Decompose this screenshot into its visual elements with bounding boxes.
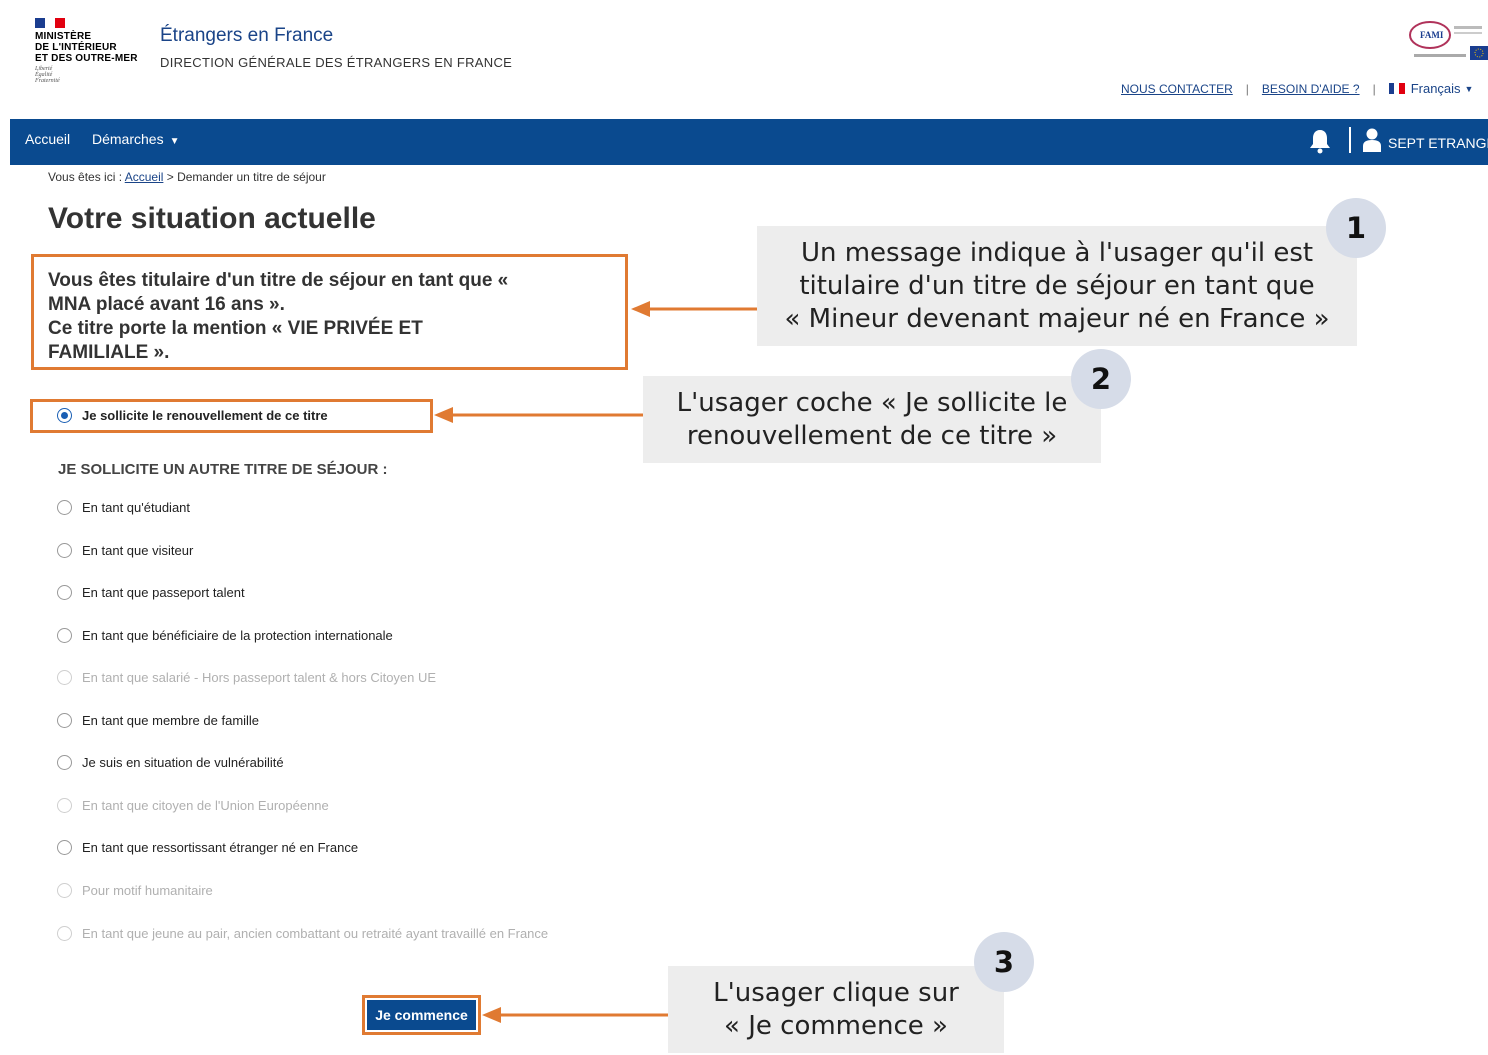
radio-label: En tant que passeport talent	[82, 584, 245, 600]
annotation-callout-2: L'usager coche « Je sollicite le renouve…	[643, 376, 1101, 463]
user-icon[interactable]	[1362, 128, 1382, 152]
link-separator: |	[1245, 81, 1249, 96]
ministry-name: MINISTÈRE DE L'INTÉRIEUR ET DES OUTRE-ME…	[35, 31, 138, 64]
radio-button[interactable]	[57, 839, 72, 855]
radio-label: En tant qu'étudiant	[82, 499, 191, 515]
message-line: FAMILIALE ».	[48, 342, 170, 363]
marianne-logo	[35, 18, 65, 28]
radio-label: Pour motif humanitaire	[82, 882, 213, 898]
callout-line: titulaire d'un titre de séjour en tant q…	[799, 270, 1315, 301]
step-badge-2: 2	[1071, 349, 1131, 409]
message-line: Ce titre porte la mention « VIE PRIVÉE E…	[48, 318, 423, 339]
radio-option[interactable]: En tant qu'étudiant	[57, 497, 190, 517]
breadcrumb-home-link[interactable]: Accueil	[125, 170, 164, 184]
step-badge-3: 3	[974, 932, 1034, 992]
radio-button-checked[interactable]	[57, 407, 72, 423]
radio-option[interactable]: En tant que membre de famille	[57, 710, 259, 730]
page-title: Votre situation actuelle	[48, 202, 376, 235]
current-permit-message: Vous êtes titulaire d'un titre de séjour…	[48, 269, 608, 365]
caret-down-icon: ▼	[1464, 83, 1474, 94]
breadcrumb: Vous êtes ici : Accueil > Demander un ti…	[48, 170, 326, 184]
fami-logo: FAMI	[1409, 21, 1488, 60]
radio-option-disabled: En tant que citoyen de l'Union Européenn…	[57, 795, 329, 815]
message-line: MNA placé avant 16 ans ».	[48, 294, 285, 315]
step-badge-1: 1	[1326, 198, 1386, 258]
callout-line: « Je commence »	[724, 1010, 948, 1041]
radio-button[interactable]	[57, 542, 72, 558]
caret-down-icon: ▼	[169, 136, 180, 147]
motto-line: Fraternité	[35, 78, 60, 84]
radio-button[interactable]	[57, 627, 72, 643]
radio-button[interactable]	[57, 499, 72, 515]
language-selector[interactable]: Français ▼	[1388, 81, 1474, 96]
radio-button	[57, 797, 72, 813]
start-button[interactable]: Je commence	[367, 1000, 476, 1030]
radio-option-disabled: Pour motif humanitaire	[57, 880, 213, 900]
top-links: NOUS CONTACTER | BESOIN D'AIDE ? | Franç…	[1121, 81, 1473, 96]
ministry-line: DE L'INTÉRIEUR	[35, 42, 117, 53]
nav-procedures[interactable]: Démarches ▼	[92, 131, 180, 147]
message-line: Vous êtes titulaire d'un titre de séjour…	[48, 270, 509, 291]
contact-link[interactable]: NOUS CONTACTER	[1121, 82, 1233, 96]
nav-procedures-label: Démarches	[92, 131, 164, 147]
radio-option-disabled: En tant que jeune au pair, ancien combat…	[57, 923, 548, 943]
link-separator: |	[1372, 81, 1376, 96]
radio-option[interactable]: En tant que ressortissant étranger né en…	[57, 837, 358, 857]
bell-icon[interactable]	[1307, 128, 1333, 154]
site-subtitle: DIRECTION GÉNÉRALE DES ÉTRANGERS EN FRAN…	[160, 55, 513, 70]
callout-line: L'usager clique sur	[713, 977, 959, 1008]
radio-label: En tant que citoyen de l'Union Européenn…	[82, 797, 329, 813]
annotation-callout-3: L'usager clique sur « Je commence »	[668, 966, 1004, 1053]
radio-label: En tant que ressortissant étranger né en…	[82, 839, 359, 855]
callout-line: « Mineur devenant majeur né en France »	[784, 303, 1330, 334]
radio-label: En tant que visiteur	[82, 542, 194, 558]
radio-button	[57, 925, 72, 941]
ministry-line: ET DES OUTRE-MER	[35, 53, 138, 64]
radio-label: En tant que membre de famille	[82, 712, 260, 728]
arrow-3	[482, 1007, 668, 1023]
radio-label: En tant que bénéficiaire de la protectio…	[82, 627, 393, 643]
callout-line: L'usager coche « Je sollicite le	[676, 387, 1068, 418]
radio-label: En tant que salarié - Hors passeport tal…	[82, 669, 437, 685]
nav-home[interactable]: Accueil	[25, 131, 70, 147]
radio-button	[57, 882, 72, 898]
main-navbar	[10, 119, 1488, 165]
breadcrumb-current: > Demander un titre de séjour	[166, 170, 326, 184]
callout-line: renouvellement de ce titre »	[686, 420, 1058, 451]
radio-button[interactable]	[57, 754, 72, 770]
language-label: Français	[1410, 81, 1461, 96]
other-permit-section-label: JE SOLLICITE UN AUTRE TITRE DE SÉJOUR :	[58, 461, 388, 478]
radio-option[interactable]: Je suis en situation de vulnérabilité	[57, 752, 284, 772]
help-link[interactable]: BESOIN D'AIDE ?	[1262, 82, 1360, 96]
callout-line: Un message indique à l'usager qu'il est	[800, 237, 1314, 268]
fami-logo-text: FAMI	[1420, 30, 1444, 40]
french-flag-icon	[1388, 83, 1405, 94]
radio-option[interactable]: En tant que visiteur	[57, 540, 193, 560]
arrow-2	[434, 407, 643, 423]
ministry-line: MINISTÈRE	[35, 31, 92, 42]
radio-option[interactable]: En tant que bénéficiaire de la protectio…	[57, 625, 393, 645]
radio-button[interactable]	[57, 712, 72, 728]
radio-option[interactable]: En tant que passeport talent	[57, 582, 245, 602]
radio-label: Je sollicite le renouvellement de ce tit…	[82, 407, 328, 423]
arrow-1	[631, 301, 757, 317]
annotation-callout-1: Un message indique à l'usager qu'il est …	[757, 226, 1357, 346]
site-title[interactable]: Étrangers en France	[160, 25, 333, 47]
radio-renewal[interactable]: Je sollicite le renouvellement de ce tit…	[57, 405, 328, 425]
radio-button[interactable]	[57, 584, 72, 600]
user-name[interactable]: SEPT ETRANGE	[1388, 135, 1488, 151]
radio-label: Je suis en situation de vulnérabilité	[82, 754, 284, 770]
radio-button	[57, 669, 72, 685]
radio-option-disabled: En tant que salarié - Hors passeport tal…	[57, 667, 436, 687]
radio-label: En tant que jeune au pair, ancien combat…	[82, 925, 549, 941]
breadcrumb-prefix: Vous êtes ici :	[48, 170, 123, 184]
nav-divider	[1349, 127, 1351, 153]
republic-motto: Liberté Égalité Fraternité	[35, 66, 60, 84]
